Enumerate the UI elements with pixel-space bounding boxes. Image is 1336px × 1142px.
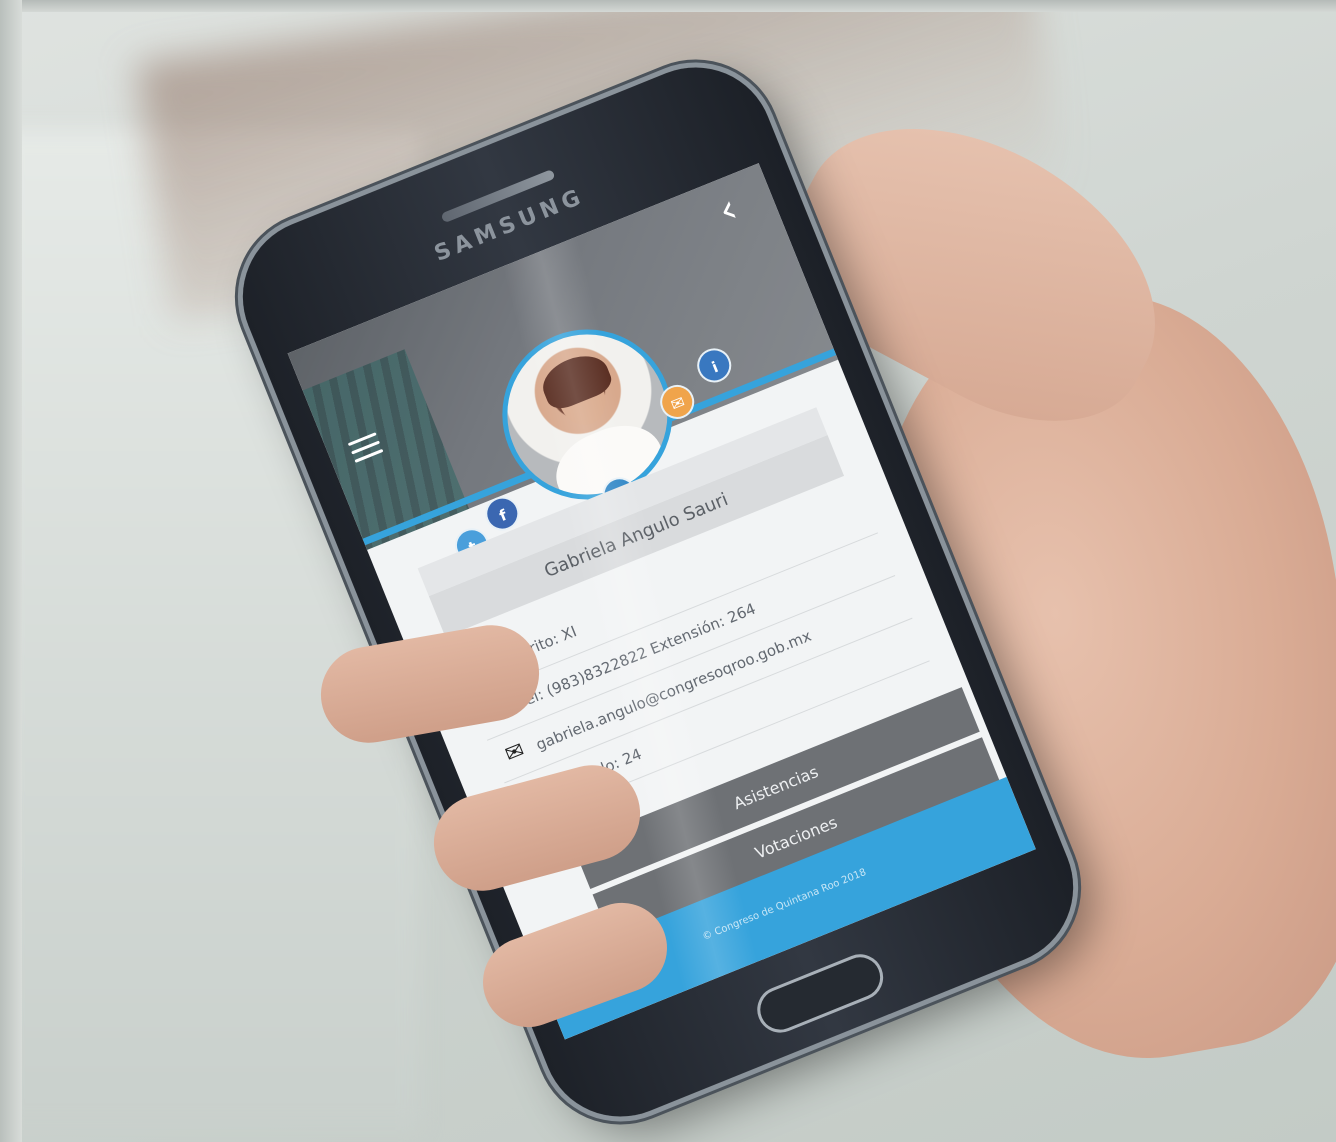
image-frame-top — [0, 0, 1336, 12]
envelope-icon: ✉ — [501, 737, 529, 768]
image-frame-left — [0, 0, 22, 1142]
scene-background: SAMSUNG ‹ t f ww — [0, 0, 1336, 1142]
home-button[interactable] — [750, 947, 891, 1040]
